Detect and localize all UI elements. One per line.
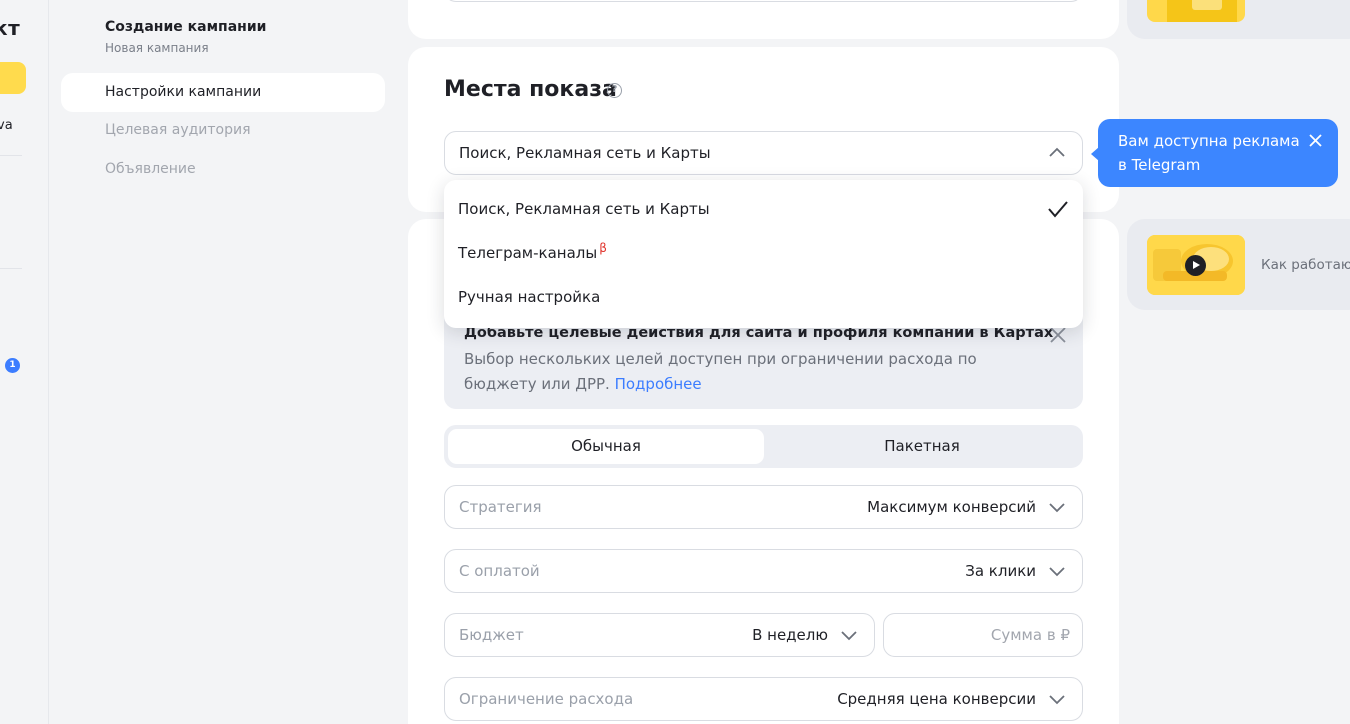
chevron-down-icon — [841, 631, 857, 641]
spend-limit-label: Ограничение расхода — [459, 690, 634, 708]
option-label: Телеграм-каналы — [458, 244, 598, 262]
previous-section-card — [408, 0, 1119, 39]
strategy-type-toggle: Обычная Пакетная — [444, 425, 1083, 468]
budget-select[interactable]: Бюджет В неделю — [444, 613, 875, 657]
check-icon — [1048, 201, 1068, 218]
budget-label: Бюджет — [459, 626, 524, 644]
promo-thumbnail — [1147, 0, 1245, 22]
step-ad[interactable]: Объявление — [61, 150, 385, 189]
option-telegram-channels[interactable]: Телеграм-каналы β — [444, 231, 1083, 275]
spend-limit-value: Средняя цена конверсии — [837, 690, 1036, 708]
close-icon[interactable] — [1049, 326, 1067, 344]
tab-regular[interactable]: Обычная — [448, 429, 764, 464]
budget-amount-input[interactable] — [883, 613, 1083, 657]
divider — [0, 268, 22, 269]
option-label: Ручная настройка — [458, 288, 601, 306]
how-it-works-link[interactable]: Как работают — [1261, 257, 1350, 273]
banner-text: Выбор нескольких целей доступен при огра… — [464, 347, 1044, 397]
coin-illustration-icon — [1167, 0, 1237, 22]
option-search-network-maps[interactable]: Поиск, Рекламная сеть и Карты — [444, 187, 1083, 231]
tooltip-text: Вам доступна реклама в Telegram — [1118, 132, 1300, 174]
payment-select[interactable]: С оплатой За клики — [444, 549, 1083, 593]
steps-title: Создание кампании — [105, 19, 267, 35]
chevron-down-icon — [1049, 503, 1065, 513]
placement-select-value: Поиск, Рекламная сеть и Карты — [459, 144, 711, 162]
option-label: Поиск, Рекламная сеть и Карты — [458, 200, 710, 218]
help-icon[interactable]: ? — [607, 83, 622, 98]
payment-value: За клики — [965, 562, 1036, 580]
notification-badge[interactable]: 1 — [5, 358, 20, 373]
spend-limit-select[interactable]: Ограничение расхода Средняя цена конверс… — [444, 677, 1083, 721]
telegram-tooltip: Вам доступна реклама в Telegram — [1091, 119, 1338, 187]
tab-package[interactable]: Пакетная — [764, 429, 1080, 464]
play-icon[interactable] — [1185, 255, 1206, 276]
nav-rail: кт va 1 — [0, 0, 49, 724]
chevron-down-icon — [1049, 695, 1065, 705]
steps-subtitle: Новая кампания — [105, 41, 209, 55]
step-target-audience[interactable]: Целевая аудитория — [61, 111, 385, 150]
side-promo-card[interactable] — [1127, 0, 1350, 39]
previous-field[interactable] — [444, 0, 1083, 2]
chevron-down-icon — [1049, 567, 1065, 577]
banner-more-link[interactable]: Подробнее — [615, 375, 702, 393]
placement-select[interactable]: Поиск, Рекламная сеть и Карты — [444, 131, 1083, 175]
create-button[interactable] — [0, 62, 26, 94]
steps-sidebar: Создание кампании Новая кампания Настрой… — [50, 0, 400, 724]
close-icon[interactable] — [1309, 134, 1322, 147]
divider — [0, 155, 22, 156]
payment-label: С оплатой — [459, 562, 540, 580]
step-campaign-settings[interactable]: Настройки кампании — [61, 73, 385, 112]
placement-dropdown: Поиск, Рекламная сеть и Карты Телеграм-к… — [444, 180, 1083, 328]
strategy-select[interactable]: Стратегия Максимум конверсий — [444, 485, 1083, 529]
beta-badge: β — [599, 241, 607, 255]
banner-description: Выбор нескольких целей доступен при огра… — [464, 350, 977, 393]
placement-heading: Места показа — [444, 77, 617, 102]
strategy-label: Стратегия — [459, 498, 542, 516]
user-name[interactable]: va — [0, 118, 13, 133]
option-manual[interactable]: Ручная настройка — [444, 275, 1083, 319]
logo[interactable]: кт — [0, 16, 20, 40]
budget-value: В неделю — [752, 626, 828, 644]
strategy-value: Максимум конверсий — [867, 498, 1036, 516]
chevron-up-icon — [1049, 147, 1065, 157]
